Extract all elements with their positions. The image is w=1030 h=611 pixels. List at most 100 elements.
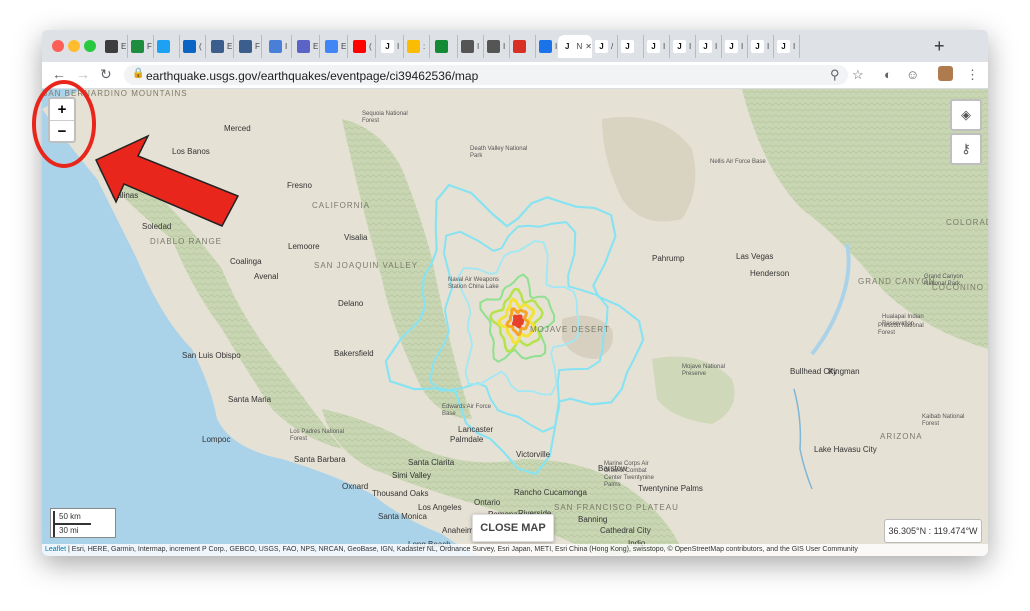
zoom-control: + − bbox=[48, 97, 76, 143]
map-label: Coalinga bbox=[230, 257, 262, 266]
browser-tab[interactable]: E bbox=[208, 35, 234, 58]
map-label: MOJAVE DESERT bbox=[530, 325, 610, 334]
url-text[interactable]: earthquake.usgs.gov/earthquakes/eventpag… bbox=[146, 69, 478, 83]
map-label: Salinas bbox=[112, 191, 139, 200]
map-label: Los Angeles bbox=[418, 503, 462, 512]
close-tab-icon[interactable]: ✕ bbox=[585, 42, 592, 51]
map-label: Victorville bbox=[516, 450, 551, 459]
back-arrow-icon[interactable]: ← bbox=[52, 66, 66, 82]
map-label: Soledad bbox=[142, 222, 172, 231]
profile-avatar[interactable] bbox=[938, 66, 953, 81]
zoom-in-button[interactable]: + bbox=[50, 99, 74, 120]
youtube-icon bbox=[353, 40, 366, 53]
browser-tab[interactable]: JI bbox=[722, 35, 748, 58]
browser-tab[interactable]: I bbox=[484, 35, 510, 58]
map-label: Sequoia National Forest bbox=[362, 111, 408, 124]
browser-tab[interactable] bbox=[432, 35, 458, 58]
browser-tab[interactable]: JI bbox=[696, 35, 722, 58]
j-icon: J bbox=[699, 40, 712, 53]
zoom-magnifier-icon[interactable]: ⚲ bbox=[830, 67, 840, 83]
browser-tab[interactable]: F bbox=[236, 35, 262, 58]
browser-tab[interactable]: J N ✕ bbox=[558, 35, 592, 58]
map-label: Santa Monica bbox=[378, 512, 427, 521]
presentation-icon bbox=[105, 40, 118, 53]
bookmark-star-icon[interactable]: ☆ bbox=[852, 67, 864, 83]
tab-bar: E F(E F I E E(J I: I I I J N ✕ J / J J I J I J I J I J I J I + bbox=[42, 30, 988, 62]
map-label: Thousand Oaks bbox=[372, 489, 429, 498]
seal-icon bbox=[239, 40, 252, 53]
browser-tab[interactable]: ( bbox=[180, 35, 206, 58]
browser-tab[interactable]: ( bbox=[350, 35, 376, 58]
map-label: CALIFORNIA bbox=[312, 201, 371, 210]
spreadsheet-icon bbox=[131, 40, 144, 53]
forward-arrow-icon[interactable]: → bbox=[76, 66, 90, 82]
map-label: Edwards Air Force Base bbox=[442, 404, 492, 417]
extension-face-icon[interactable]: ☺ bbox=[906, 67, 919, 82]
browser-tab[interactable]: I bbox=[266, 35, 292, 58]
map-label: Avenal bbox=[254, 272, 279, 281]
tab-title: I bbox=[689, 42, 692, 51]
map-label: Prescott National Forest bbox=[878, 323, 924, 336]
tab-title: I bbox=[555, 42, 558, 51]
tab-title: ( bbox=[199, 42, 202, 51]
browser-tab[interactable]: J bbox=[618, 35, 644, 58]
map-label: Lemoore bbox=[288, 242, 320, 251]
j-icon: J bbox=[647, 40, 660, 53]
map-label: Merced bbox=[224, 124, 251, 133]
map-label: Kingman bbox=[828, 367, 860, 376]
j-icon: J bbox=[595, 40, 608, 53]
tab-title: E bbox=[121, 42, 127, 51]
extension-circle-icon[interactable]: ◐ bbox=[884, 67, 892, 82]
browser-tab[interactable]: I bbox=[458, 35, 484, 58]
j-icon: J bbox=[621, 40, 634, 53]
minimize-window-button[interactable] bbox=[68, 40, 80, 52]
maximize-window-button[interactable] bbox=[84, 40, 96, 52]
browser-toolbar: ← → ↻ 🔒 earthquake.usgs.gov/earthquakes/… bbox=[42, 62, 988, 89]
browser-tab[interactable]: JI bbox=[644, 35, 670, 58]
browser-tab[interactable]: J / bbox=[592, 35, 618, 58]
browser-tab[interactable]: JI bbox=[748, 35, 774, 58]
map-label: SAN JOAQUIN VALLEY bbox=[314, 261, 419, 270]
reload-icon[interactable]: ↻ bbox=[100, 66, 112, 83]
close-map-button[interactable]: CLOSE MAP bbox=[472, 514, 554, 542]
earthquake-map[interactable]: Merced Los Banos Fresno CALIFORNIA Salinas So… bbox=[42, 89, 988, 556]
tab-title: I bbox=[715, 42, 718, 51]
coordinates-readout: 36.305°N : 119.474°W bbox=[884, 519, 982, 543]
browser-tab[interactable]: : bbox=[404, 35, 430, 58]
browser-tab[interactable]: E bbox=[322, 35, 348, 58]
close-window-button[interactable] bbox=[52, 40, 64, 52]
zoom-out-button[interactable]: − bbox=[50, 120, 74, 142]
browser-tab[interactable]: E bbox=[294, 35, 320, 58]
browser-tab[interactable]: JI bbox=[670, 35, 696, 58]
new-tab-button[interactable]: + bbox=[934, 36, 945, 57]
tab-title: I bbox=[741, 42, 744, 51]
leaflet-link[interactable]: Leaflet bbox=[45, 546, 66, 553]
map-label: Los Padres National Forest bbox=[290, 429, 345, 442]
map-label: Banning bbox=[578, 515, 608, 524]
browser-tab[interactable] bbox=[154, 35, 180, 58]
j-icon: J bbox=[673, 40, 686, 53]
layers-button[interactable]: ◈ bbox=[950, 99, 982, 131]
map-label: Santa Barbara bbox=[294, 455, 346, 464]
tab-title: N bbox=[576, 42, 583, 51]
drive-icon bbox=[407, 40, 420, 53]
browser-tab[interactable]: JI bbox=[378, 35, 404, 58]
map-label: Nellis Air Force Base bbox=[710, 159, 766, 165]
menu-kebab-icon[interactable]: ⋮ bbox=[966, 67, 979, 83]
pdf-icon bbox=[513, 40, 526, 53]
scale-bar: 50 km 30 mi bbox=[50, 508, 116, 538]
browser-tab[interactable] bbox=[510, 35, 536, 58]
map-label: Palmdale bbox=[450, 435, 484, 444]
map-label: Henderson bbox=[750, 269, 790, 278]
lock-icon: 🔒 bbox=[132, 68, 145, 79]
key-icon: ⚷ bbox=[961, 141, 971, 156]
legend-key-button[interactable]: ⚷ bbox=[950, 133, 982, 165]
map-label: San Luis Obispo bbox=[182, 351, 241, 360]
browser-tab[interactable]: E bbox=[102, 35, 128, 58]
browser-tab[interactable]: JI bbox=[774, 35, 800, 58]
docs-icon bbox=[325, 40, 338, 53]
map-label: Delano bbox=[338, 299, 364, 308]
map-label: COLORADO PLATEAU bbox=[946, 218, 988, 227]
map-label: Ontario bbox=[474, 498, 501, 507]
browser-tab[interactable]: F bbox=[128, 35, 154, 58]
